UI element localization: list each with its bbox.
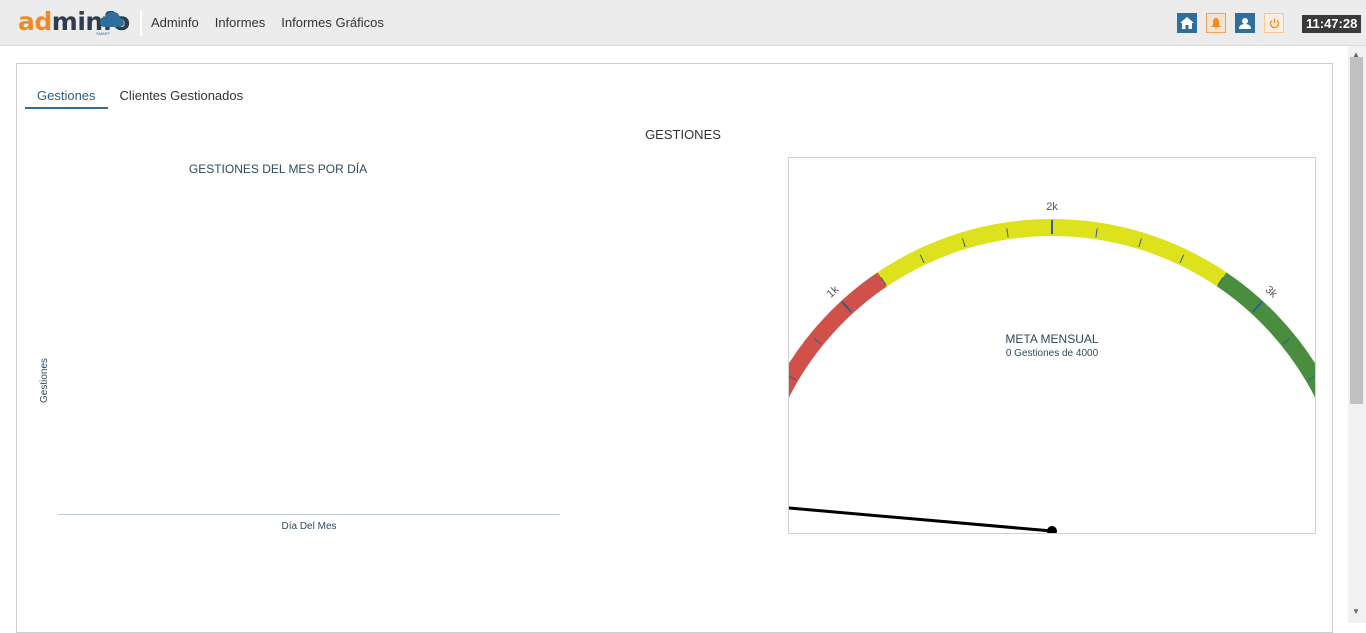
gauge-tick-label: 3k <box>1263 284 1280 301</box>
nav-link-informes-graficos[interactable]: Informes Gráficos <box>281 15 384 30</box>
gauge-title: META MENSUAL <box>1005 332 1099 346</box>
bar-chart-x-axis <box>58 514 560 515</box>
bar-chart-title: GESTIONES DEL MES POR DÍA <box>188 162 368 176</box>
nav-link-adminfo[interactable]: Adminfo <box>151 15 199 30</box>
gauge-band-green <box>1216 272 1315 398</box>
gauge-needle <box>789 506 1053 533</box>
power-icon[interactable] <box>1264 13 1284 33</box>
cloud-icon <box>100 11 124 27</box>
bell-icon[interactable] <box>1206 13 1226 33</box>
gauge-tick-label: 2k <box>1046 201 1058 213</box>
bar-chart-x-label: Día Del Mes <box>281 521 337 532</box>
tab-gestiones[interactable]: Gestiones <box>25 88 108 109</box>
tab-bar: Gestiones Clientes Gestionados <box>25 88 255 109</box>
gauge-subtitle: 0 Gestiones de 4000 <box>1005 348 1099 359</box>
tab-clientes-gestionados[interactable]: Clientes Gestionados <box>108 88 256 109</box>
nav-link-informes[interactable]: Informes <box>215 15 266 30</box>
home-icon[interactable] <box>1177 13 1197 33</box>
clock: 11:47:28 <box>1302 15 1362 33</box>
nav-links: Adminfo Informes Informes Gráficos <box>151 15 384 30</box>
gauge-needle-hub <box>1047 526 1057 533</box>
nav-icons <box>1177 13 1284 33</box>
section-title: GESTIONES <box>645 127 721 142</box>
gauge-tick-label: 1k <box>825 283 842 300</box>
nav-separator <box>140 10 142 36</box>
user-card-icon[interactable] <box>1235 13 1255 33</box>
adminfo-logo[interactable]: adminfo SMART <box>18 5 130 39</box>
bar-chart-y-label: Gestiones <box>39 357 51 404</box>
top-navbar: adminfo SMART Adminfo Informes Informes … <box>0 0 1366 46</box>
gauge-chart: 0k1k2k3k4k META MENSUAL 0 Gestiones de 4… <box>788 157 1316 534</box>
scroll-down-arrow-icon[interactable]: ▼ <box>1352 607 1360 616</box>
logo-sub: SMART <box>96 31 110 36</box>
gauge-band-red <box>789 272 888 398</box>
scroll-up-arrow-icon[interactable]: ▲ <box>1352 50 1360 59</box>
scrollbar-thumb[interactable] <box>1350 57 1363 404</box>
